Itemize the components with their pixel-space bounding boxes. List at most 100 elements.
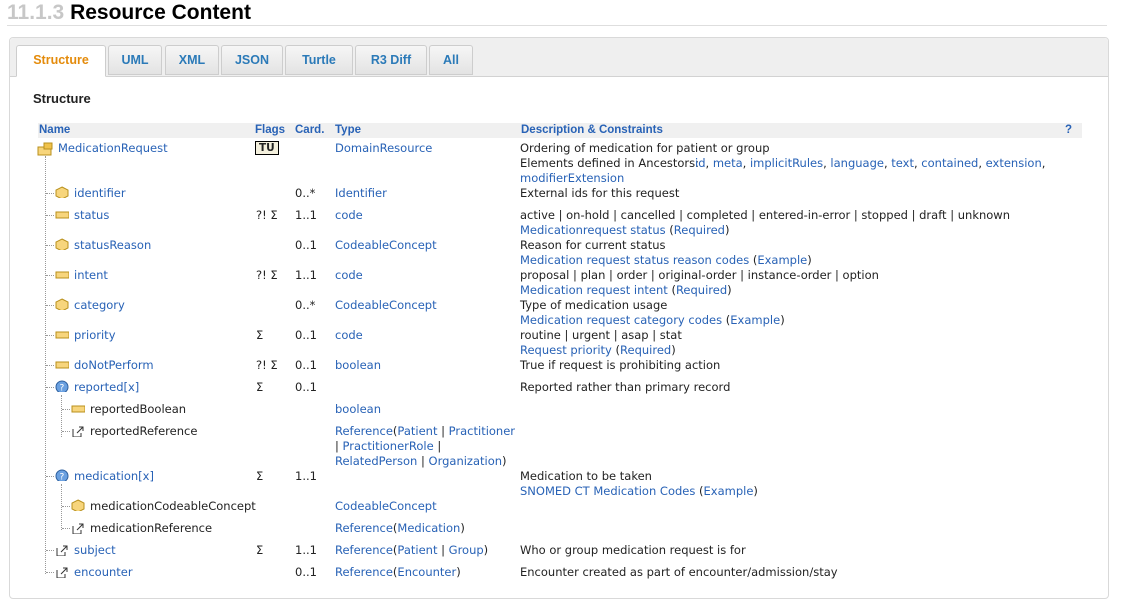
element-name-link[interactable]: priority: [74, 328, 116, 343]
separator: ,: [705, 156, 713, 170]
element-name-link[interactable]: statusReason: [74, 238, 151, 253]
binding-strength-link[interactable]: Required: [620, 343, 671, 357]
description: Ordering of medication for patient or gr…: [520, 141, 770, 155]
description: Medication to be taken: [520, 469, 652, 483]
ancestor-link[interactable]: id: [695, 156, 706, 170]
cardinality: 1..1: [295, 469, 317, 483]
cardinality: 0..1: [295, 565, 317, 579]
element-name-link[interactable]: MedicationRequest: [58, 141, 168, 156]
binding-strength-link[interactable]: Example: [730, 313, 780, 327]
description: proposal | plan | order | original-order…: [520, 268, 879, 282]
ancestor-link[interactable]: language: [830, 156, 884, 170]
type-link[interactable]: Reference: [335, 424, 393, 438]
type-link[interactable]: Reference: [335, 521, 393, 535]
element-name-link[interactable]: category: [74, 298, 125, 313]
target-link[interactable]: Patient: [397, 543, 437, 557]
flags: Σ: [256, 543, 264, 557]
flags: Σ: [256, 328, 264, 342]
target-link[interactable]: Patient: [397, 424, 437, 438]
primitive-icon: [55, 331, 69, 339]
target-link[interactable]: Medication: [397, 521, 460, 535]
cardinality: 0..*: [295, 186, 316, 200]
target-link[interactable]: RelatedPerson: [335, 454, 417, 468]
target-link[interactable]: Organization: [429, 454, 503, 468]
datatype-icon: [55, 186, 69, 198]
svg-text:?: ?: [60, 473, 65, 482]
type-link[interactable]: DomainResource: [335, 141, 432, 156]
binding-strength-link[interactable]: Required: [674, 223, 725, 237]
type-link[interactable]: Identifier: [335, 186, 387, 201]
primitive-icon: [55, 211, 69, 219]
separator: |: [437, 424, 449, 438]
element-name: medicationReference: [90, 521, 213, 535]
cardinality: 0..1: [295, 358, 317, 372]
ancestor-link[interactable]: meta: [713, 156, 743, 170]
separator: ,: [978, 156, 986, 170]
binding-link[interactable]: Medication request category codes: [520, 313, 722, 327]
reference-icon: [72, 426, 84, 437]
separator: ,: [742, 156, 750, 170]
separator: |: [417, 454, 429, 468]
type-link[interactable]: boolean: [335, 402, 381, 417]
element-name: reportedReference: [90, 424, 198, 438]
binding-link[interactable]: Medication request status reason codes: [520, 253, 749, 267]
element-name-link[interactable]: subject: [74, 543, 116, 558]
choice-icon: ?: [55, 469, 69, 481]
target-link[interactable]: Encounter: [397, 565, 456, 579]
element-name-link[interactable]: identifier: [74, 186, 126, 201]
type-link[interactable]: Reference: [335, 543, 393, 557]
binding-strength-link[interactable]: Example: [704, 484, 754, 498]
reference-icon: [56, 567, 68, 578]
type-link[interactable]: boolean: [335, 358, 381, 373]
flags: ?! Σ: [256, 208, 278, 222]
separator: |: [437, 543, 449, 557]
type-link[interactable]: Reference: [335, 565, 393, 579]
description: Reported rather than primary record: [520, 380, 731, 394]
binding-link[interactable]: Request priority: [520, 343, 612, 357]
binding-link[interactable]: Medication request intent: [520, 283, 668, 297]
element-name-link[interactable]: intent: [74, 268, 108, 283]
type-link[interactable]: CodeableConcept: [335, 238, 437, 253]
datatype-icon: [55, 298, 69, 310]
svg-text:?: ?: [60, 384, 65, 393]
target-link[interactable]: Group: [449, 543, 484, 557]
description: Encounter created as part of encounter/a…: [520, 565, 838, 579]
element-name-link[interactable]: encounter: [74, 565, 133, 580]
ancestor-link[interactable]: modifierExtension: [520, 171, 624, 186]
ancestors-label: Elements defined in Ancestors:: [520, 156, 700, 170]
binding-strength-link[interactable]: Required: [676, 283, 727, 297]
cardinality: 1..1: [295, 543, 317, 557]
flags: ?! Σ: [256, 358, 278, 372]
reference-icon: [72, 523, 84, 534]
tree-line: [61, 484, 62, 530]
primitive-icon: [55, 271, 69, 279]
target-link[interactable]: Practitioner: [449, 424, 515, 438]
binding-strength-link[interactable]: Example: [757, 253, 807, 267]
element-name-link[interactable]: doNotPerform: [74, 358, 154, 373]
trial-use-badge: TU: [255, 141, 279, 155]
ancestor-link[interactable]: text: [891, 156, 914, 170]
datatype-icon: [71, 499, 85, 511]
ancestor-link[interactable]: contained: [921, 156, 978, 170]
binding-link[interactable]: Medicationrequest status: [520, 223, 666, 237]
element-name-link[interactable]: medication[x]: [74, 469, 154, 484]
element-name-link[interactable]: status: [74, 208, 109, 223]
primitive-icon: [55, 361, 69, 369]
cardinality: 0..*: [295, 298, 316, 312]
binding-link[interactable]: SNOMED CT Medication Codes: [520, 484, 695, 498]
type-link[interactable]: code: [335, 328, 363, 343]
cardinality: 1..1: [295, 208, 317, 222]
primitive-icon: [71, 405, 85, 413]
type-link[interactable]: CodeableConcept: [335, 499, 437, 514]
element-name-link[interactable]: reported[x]: [74, 380, 139, 395]
ancestor-link[interactable]: implicitRules: [750, 156, 823, 170]
target-link[interactable]: PractitionerRole: [343, 439, 434, 453]
flags: Σ: [256, 380, 264, 394]
element-name: medicationCodeableConcept: [90, 499, 256, 513]
ancestor-link[interactable]: extension: [986, 156, 1042, 170]
type-link[interactable]: code: [335, 208, 363, 223]
type-link[interactable]: code: [335, 268, 363, 283]
type-link[interactable]: CodeableConcept: [335, 298, 437, 313]
element-name: reportedBoolean: [90, 402, 187, 416]
cardinality: 0..1: [295, 380, 317, 394]
